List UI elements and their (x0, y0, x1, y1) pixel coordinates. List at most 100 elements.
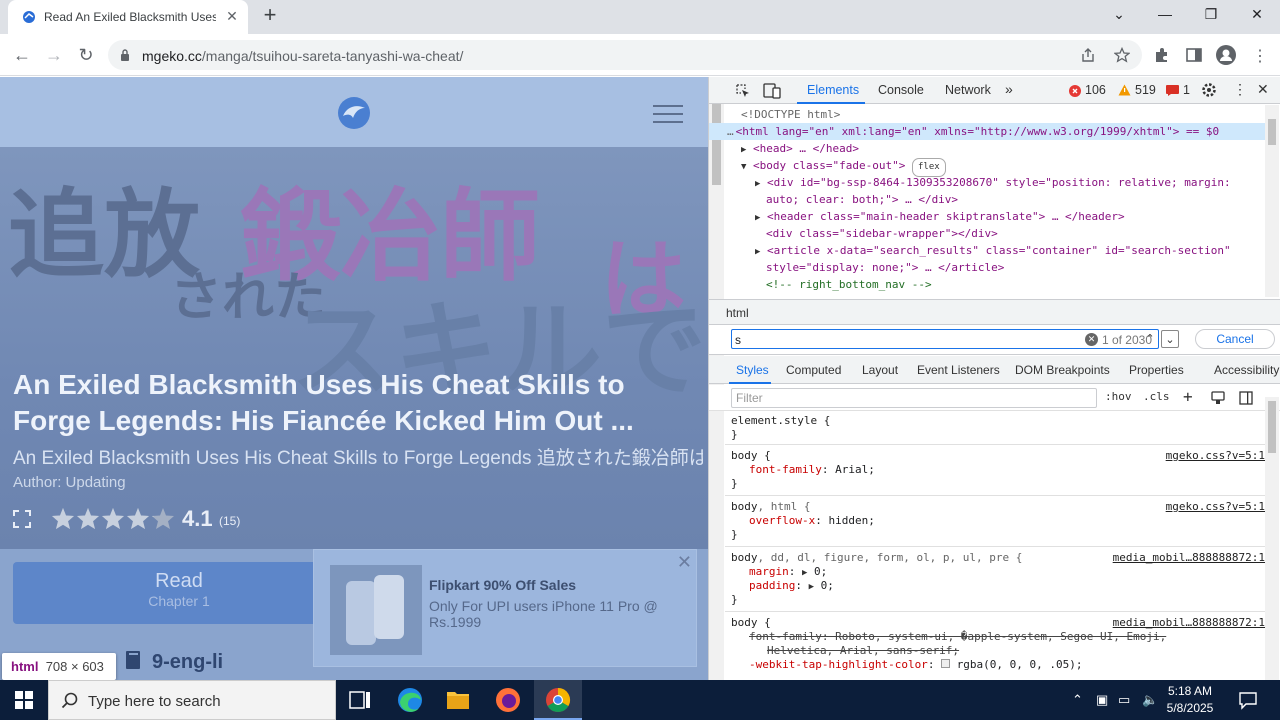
more-tabs-icon[interactable]: » (1005, 81, 1013, 97)
styles-filter-input[interactable]: Filter (731, 388, 1097, 408)
error-count[interactable]: 106 (1085, 83, 1106, 97)
search-cancel-button[interactable]: Cancel (1195, 329, 1275, 349)
ad-banner[interactable]: Flipkart 90% Off Sales Only For UPI user… (313, 549, 697, 667)
dom-line[interactable]: <div class="sidebar-wrapper"></div> (766, 225, 998, 242)
ad-close-icon[interactable]: ✕ (677, 552, 692, 573)
device-toolbar-icon[interactable] (763, 83, 781, 99)
forward-button[interactable]: → (41, 42, 67, 68)
dom-scrollbar[interactable] (1265, 105, 1279, 297)
tab-styles[interactable]: Styles (736, 363, 769, 377)
css-declaration[interactable]: font-family: Arial; (749, 463, 875, 477)
css-declaration[interactable]: padding: ▶ 0; (749, 579, 834, 594)
rule-close: } (731, 477, 738, 490)
share-icon[interactable] (1080, 47, 1096, 63)
tab-network[interactable]: Network (945, 83, 991, 97)
rule-source-link[interactable]: mgeko.css?v=5:1 (1166, 449, 1265, 462)
tab-event-listeners[interactable]: Event Listeners (917, 363, 1000, 377)
tab-close-icon[interactable]: ✕ (224, 8, 240, 24)
tray-device-icon[interactable]: ▣ (1096, 692, 1108, 708)
search-previous-icon[interactable]: ⌃ (1141, 330, 1159, 348)
dom-line[interactable]: style="display: none;"> … </article> (766, 259, 1004, 276)
dom-line[interactable]: <!DOCTYPE html> (741, 106, 840, 123)
volume-icon[interactable]: 🔈 (1142, 692, 1158, 708)
inspect-element-icon[interactable] (735, 83, 751, 99)
chapter-label[interactable]: 9-eng-li (152, 651, 223, 674)
firefox-icon[interactable] (484, 680, 532, 720)
styles-active-indicator (729, 382, 771, 384)
windows-start-icon[interactable] (0, 680, 48, 720)
hov-toggle[interactable]: :hov (1105, 390, 1132, 403)
notifications-icon[interactable] (1238, 690, 1258, 710)
search-next-icon[interactable]: ⌄ (1161, 330, 1179, 348)
close-window-button[interactable]: ✕ (1234, 0, 1280, 30)
rating-row: 4.1 (15) (13, 505, 313, 533)
tab-elements[interactable]: Elements (807, 83, 859, 97)
url-path: /manga/tsuihou-sareta-tanyashi-wa-cheat/ (201, 48, 464, 64)
hamburger-menu-icon[interactable] (653, 104, 683, 124)
rule-source-link[interactable]: mgeko.css?v=5:1 (1166, 500, 1265, 513)
back-button[interactable]: ← (9, 42, 35, 68)
css-declaration[interactable]: -webkit-tap-highlight-color: rgba(0, 0, … (749, 658, 1083, 672)
clear-search-icon[interactable]: ✕ (1085, 333, 1098, 346)
bookmark-star-icon[interactable] (1114, 47, 1130, 63)
rule-body-mobile-selector[interactable]: body { (731, 616, 771, 630)
tab-console[interactable]: Console (878, 83, 924, 97)
minimize-button[interactable]: — (1142, 0, 1188, 30)
breadcrumb-html[interactable]: html (726, 306, 749, 320)
rule-source-link[interactable]: media_mobil…888888872:1 (1113, 551, 1265, 564)
dom-line[interactable]: auto; clear: both;"> … </div> (766, 191, 958, 208)
profile-avatar-icon[interactable] (1216, 45, 1236, 65)
css-declaration[interactable]: margin: ▶ 0; (749, 565, 827, 580)
fullscreen-icon[interactable] (13, 510, 31, 528)
site-logo-icon[interactable] (337, 96, 371, 130)
element-size-tooltip: html 708 × 603 (2, 653, 116, 680)
css-declaration[interactable]: overflow-x: hidden; (749, 514, 875, 528)
tab-dom-breakpoints[interactable]: DOM Breakpoints (1015, 363, 1110, 377)
chrome-menu-icon[interactable]: ⋮ (1252, 46, 1268, 66)
rule-reset-selector[interactable]: body, dd, dl, figure, form, ol, p, ul, p… (731, 551, 1022, 565)
side-panel-icon[interactable] (1185, 46, 1203, 64)
tab-layout[interactable]: Layout (862, 363, 898, 377)
rule-element-style[interactable]: element.style { (731, 414, 830, 428)
read-chapter-button[interactable]: Read Chapter 1 (13, 562, 345, 624)
network-icon[interactable]: ▭ (1118, 692, 1130, 708)
edge-icon[interactable] (386, 680, 434, 720)
rule-body-selector[interactable]: body { (731, 449, 771, 463)
task-view-icon[interactable] (336, 680, 384, 720)
settings-gear-icon[interactable] (1201, 82, 1217, 98)
cls-toggle[interactable]: .cls (1143, 390, 1170, 403)
restore-button[interactable]: ❐ (1188, 0, 1234, 30)
rule-source-link[interactable]: media_mobil…888888872:1 (1113, 616, 1265, 629)
file-explorer-icon[interactable] (434, 680, 482, 720)
dom-line-selected[interactable]: … <html lang="en" xml:lang="en" xmlns="ht… (709, 123, 1265, 140)
css-declaration-overridden[interactable]: font-family: Roboto, system-ui, �apple-s… (749, 630, 1166, 644)
rating-value: 4.1 (182, 506, 213, 531)
tab-computed[interactable]: Computed (786, 363, 841, 377)
color-swatch[interactable] (941, 659, 951, 668)
reload-button[interactable]: ↻ (73, 42, 99, 68)
tab-properties[interactable]: Properties (1129, 363, 1184, 377)
styles-scrollbar[interactable] (1265, 397, 1279, 680)
browser-tab[interactable]: Read An Exiled Blacksmith Uses His Cheat… (8, 0, 248, 34)
devtools-close-icon[interactable]: ✕ (1257, 81, 1269, 98)
address-bar[interactable]: mgeko.cc/manga/tsuihou-sareta-tanyashi-w… (108, 40, 1142, 70)
add-rule-icon[interactable]: + (1183, 387, 1193, 406)
new-tab-button[interactable]: + (258, 4, 282, 28)
rule-body-html-selector[interactable]: body, html { (731, 500, 810, 514)
issues-count[interactable]: 1 (1183, 83, 1190, 97)
toggle-sidebar-icon[interactable] (1239, 391, 1253, 405)
tab-accessibility[interactable]: Accessibility (1214, 363, 1279, 377)
chrome-taskbar-button[interactable] (534, 680, 582, 720)
warning-count[interactable]: 519 (1135, 83, 1156, 97)
dom-search-input[interactable]: s ✕ 1 of 2030 (731, 329, 1159, 349)
tab-title: Read An Exiled Blacksmith Uses His Cheat… (44, 10, 216, 24)
extensions-puzzle-icon[interactable] (1153, 46, 1171, 64)
dom-tree: <!DOCTYPE html> … <html lang="en" xml:lan… (709, 105, 1265, 297)
devtools-menu-icon[interactable]: ⋮ (1233, 81, 1247, 98)
tray-overflow-chevron-icon[interactable]: ⌃ (1072, 692, 1083, 708)
element-state-icon[interactable] (1211, 391, 1225, 405)
taskbar-clock[interactable]: 5:18 AM 5/8/2025 (1162, 683, 1218, 717)
taskbar-search-box[interactable]: Type here to search (48, 680, 336, 720)
dom-comment[interactable]: <!-- right_bottom_nav --> (766, 276, 932, 293)
tab-search-chevron-icon[interactable]: ⌄ (1096, 0, 1142, 30)
